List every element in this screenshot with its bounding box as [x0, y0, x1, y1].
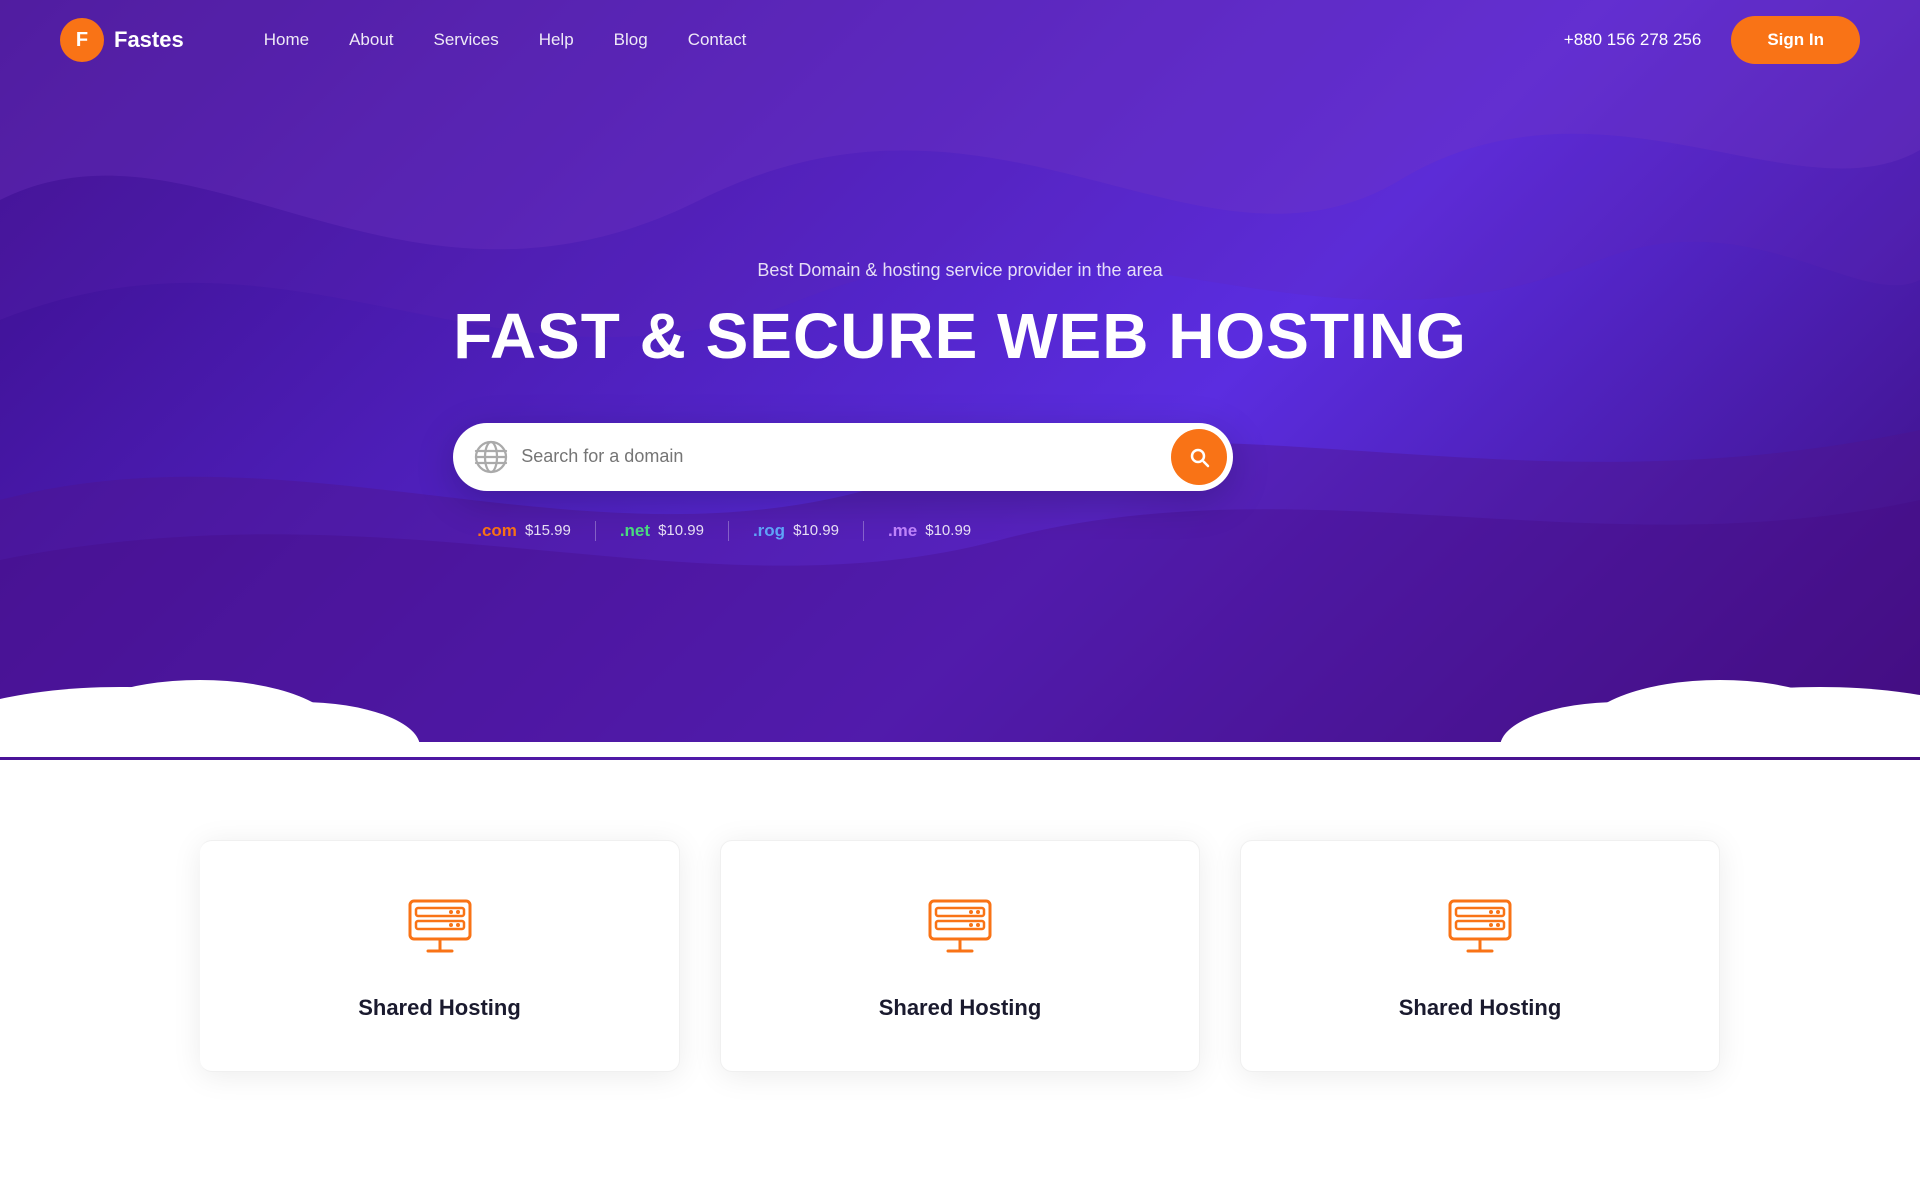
nav-contact[interactable]: Contact — [688, 30, 747, 50]
card-title-1: Shared Hosting — [358, 995, 521, 1021]
domain-price-rog: $10.99 — [793, 522, 839, 539]
cloud-bottom — [0, 617, 1920, 760]
domain-prices: .com $15.99 .net $10.99 .rog $10.99 .me … — [453, 521, 1467, 541]
domain-ext-com: .com — [477, 521, 517, 541]
nav-about[interactable]: About — [349, 30, 393, 50]
hero-subtitle: Best Domain & hosting service provider i… — [453, 260, 1467, 281]
domain-item-me: .me $10.99 — [864, 521, 995, 541]
hero-content: Best Domain & hosting service provider i… — [453, 260, 1467, 541]
domain-ext-me: .me — [888, 521, 917, 541]
domain-ext-rog: .rog — [753, 521, 785, 541]
card-title-3: Shared Hosting — [1399, 995, 1562, 1021]
hosting-card-2: Shared Hosting — [720, 840, 1200, 1072]
domain-price-net: $10.99 — [658, 522, 704, 539]
domain-price-com: $15.99 — [525, 522, 571, 539]
hero-title: FAST & SECURE WEB HOSTING — [453, 299, 1467, 373]
nav-blog[interactable]: Blog — [614, 30, 648, 50]
cards-section: Shared Hosting Shared Hosting Sh — [0, 760, 1920, 1132]
sign-in-button[interactable]: Sign In — [1731, 16, 1860, 64]
logo-area[interactable]: F Fastes — [60, 18, 184, 62]
hosting-card-1: Shared Hosting — [200, 840, 680, 1072]
nav-links: Home About Services Help Blog Contact — [264, 30, 1564, 50]
server-icon-3 — [1440, 891, 1520, 971]
logo-letter: F — [76, 29, 88, 52]
brand-name: Fastes — [114, 27, 184, 53]
nav-services[interactable]: Services — [434, 30, 499, 50]
hero-section: Best Domain & hosting service provider i… — [0, 0, 1920, 760]
domain-item-com: .com $15.99 — [453, 521, 596, 541]
search-icon — [1187, 445, 1211, 469]
domain-ext-net: .net — [620, 521, 650, 541]
search-button[interactable] — [1171, 429, 1227, 485]
domain-item-rog: .rog $10.99 — [729, 521, 864, 541]
phone-number: +880 156 278 256 — [1564, 30, 1702, 50]
logo-icon: F — [60, 18, 104, 62]
server-icon-2 — [920, 891, 1000, 971]
domain-item-net: .net $10.99 — [596, 521, 729, 541]
card-title-2: Shared Hosting — [879, 995, 1042, 1021]
nav-home[interactable]: Home — [264, 30, 309, 50]
navbar: F Fastes Home About Services Help Blog C… — [0, 0, 1920, 80]
hosting-card-3: Shared Hosting — [1240, 840, 1720, 1072]
server-icon-1 — [400, 891, 480, 971]
nav-right: +880 156 278 256 Sign In — [1564, 16, 1860, 64]
domain-price-me: $10.99 — [925, 522, 971, 539]
search-bar — [453, 423, 1233, 491]
nav-help[interactable]: Help — [539, 30, 574, 50]
globe-icon — [473, 439, 509, 475]
search-input[interactable] — [521, 446, 1171, 467]
